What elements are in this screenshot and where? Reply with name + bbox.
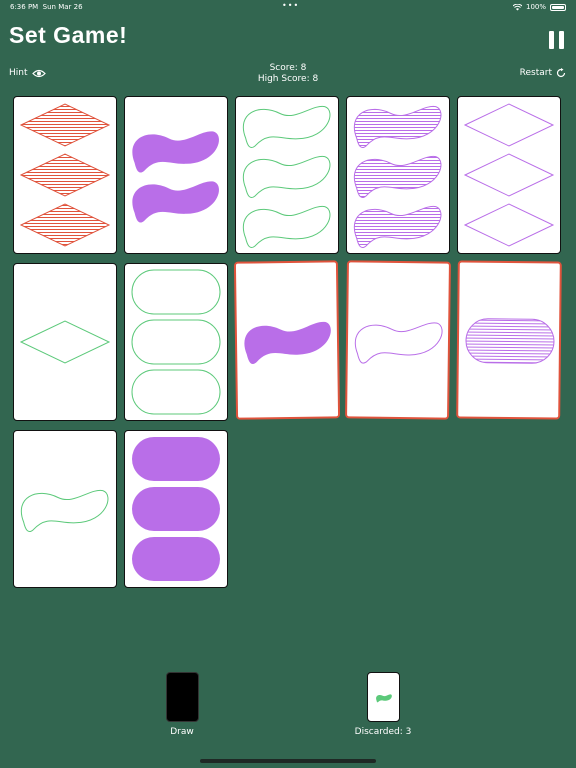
oval-icon xyxy=(132,487,220,531)
restart-button[interactable]: Restart xyxy=(520,68,566,78)
discard-pile[interactable] xyxy=(367,672,400,722)
squiggle-icon xyxy=(354,206,442,249)
oval-icon xyxy=(132,437,220,481)
squiggle-icon xyxy=(244,322,331,364)
squiggle-icon xyxy=(376,694,392,703)
status-date-text: Sun Mar 26 xyxy=(42,3,83,11)
discard-top-card xyxy=(376,694,392,703)
set-card[interactable] xyxy=(457,96,561,254)
oval-icon xyxy=(132,537,220,581)
card-face xyxy=(354,322,443,364)
set-card[interactable] xyxy=(346,96,450,254)
pause-icon-bar xyxy=(559,31,564,49)
squiggle-icon xyxy=(243,156,331,199)
oval-icon xyxy=(465,318,555,364)
multitasking-dots-icon[interactable]: ••• xyxy=(282,1,299,10)
set-card[interactable] xyxy=(456,260,562,420)
diamond-icon xyxy=(19,203,111,247)
oval-icon xyxy=(131,369,221,415)
diamond-icon xyxy=(19,153,111,197)
pause-button[interactable] xyxy=(549,31,565,49)
battery-icon xyxy=(550,3,566,11)
discard-label: Discarded: 3 xyxy=(354,727,412,737)
squiggle-icon xyxy=(243,106,331,149)
status-right: 100% xyxy=(512,3,566,11)
battery-percent: 100% xyxy=(525,3,546,11)
card-face xyxy=(21,490,109,533)
card-face xyxy=(132,131,219,223)
set-card[interactable] xyxy=(124,430,228,588)
restart-icon xyxy=(556,68,566,78)
squiggle-icon xyxy=(354,106,442,149)
diamond-icon xyxy=(19,103,111,147)
hint-label: Hint xyxy=(9,68,28,78)
set-card[interactable] xyxy=(124,96,228,254)
squiggle-icon xyxy=(243,206,331,249)
squiggle-icon xyxy=(354,156,442,199)
squiggle-icon xyxy=(132,131,219,173)
card-face xyxy=(463,103,555,247)
status-time: 6:36 PM Sun Mar 26 xyxy=(10,3,83,11)
card-face xyxy=(19,103,111,247)
card-face xyxy=(354,106,442,249)
draw-pile[interactable] xyxy=(166,672,199,722)
card-face xyxy=(465,318,555,364)
set-card[interactable] xyxy=(345,260,451,420)
page-title: Set Game! xyxy=(9,22,128,48)
card-face xyxy=(244,322,331,364)
card-face xyxy=(243,106,331,249)
squiggle-icon xyxy=(354,322,443,364)
restart-label: Restart xyxy=(519,68,552,78)
set-card[interactable] xyxy=(233,260,341,420)
hint-button[interactable]: Hint xyxy=(9,68,46,78)
set-card[interactable] xyxy=(235,96,339,254)
high-score-label: High Score: 8 xyxy=(257,74,319,84)
score-display: Score: 8 High Score: 8 xyxy=(238,63,338,85)
status-time-text: 6:36 PM xyxy=(10,3,39,11)
squiggle-icon xyxy=(21,490,109,533)
score-label: Score: 8 xyxy=(269,63,307,73)
set-card[interactable] xyxy=(13,263,117,421)
set-card[interactable] xyxy=(13,430,117,588)
oval-icon xyxy=(131,269,221,315)
home-indicator[interactable] xyxy=(200,759,376,763)
set-card[interactable] xyxy=(124,263,228,421)
card-face xyxy=(131,269,221,415)
card-face xyxy=(132,437,220,581)
wifi-icon xyxy=(512,3,522,10)
pause-icon xyxy=(549,31,554,49)
set-card[interactable] xyxy=(13,96,117,254)
diamond-icon xyxy=(463,203,555,247)
status-bar: 6:36 PM Sun Mar 26 ••• 100% xyxy=(0,0,576,14)
oval-icon xyxy=(131,319,221,365)
diamond-icon xyxy=(19,320,111,364)
eye-icon xyxy=(31,69,46,77)
draw-label: Draw xyxy=(170,727,194,737)
squiggle-icon xyxy=(132,181,219,223)
diamond-icon xyxy=(463,103,555,147)
diamond-icon xyxy=(463,153,555,197)
card-face xyxy=(19,320,111,364)
